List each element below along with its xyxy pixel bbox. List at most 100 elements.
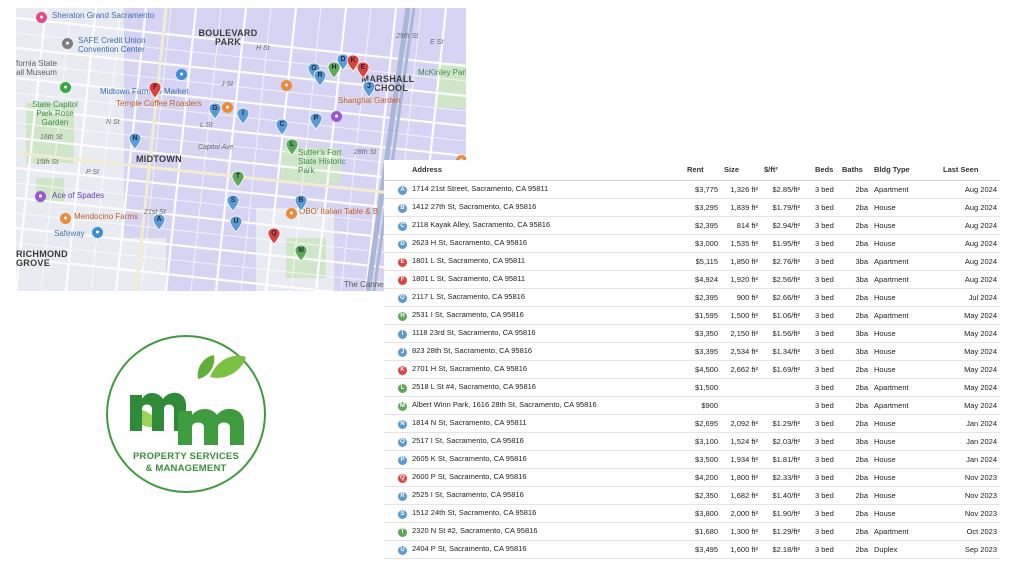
pin-badge-icon: N — [398, 419, 407, 429]
row-last-seen: May 2024 — [929, 378, 1000, 397]
column-header-address[interactable]: Address — [384, 160, 684, 181]
column-header-baths[interactable]: Baths — [839, 160, 871, 181]
row-bldg-type: Apartment — [871, 270, 929, 289]
table-row[interactable]: M Albert Winn Park, 1616 28th St, Sacrame… — [384, 396, 1000, 415]
shopping-icon[interactable]: ● — [176, 69, 187, 80]
map-pin-m[interactable]: M — [294, 244, 308, 262]
map-pin-j[interactable]: J — [362, 80, 376, 98]
table-row[interactable]: C 2118 Kayak Alley, Sacramento, CA 95816 $… — [384, 216, 1000, 235]
row-bldg-type: House — [871, 288, 929, 307]
grocery-icon[interactable]: ● — [92, 227, 103, 238]
map-pin-p[interactable]: P — [309, 112, 323, 130]
row-size: 900 ft² — [721, 288, 761, 307]
row-address: I 1118 23rd St, Sacramento, CA 95816 — [384, 324, 684, 343]
row-price-per-sqft: $2.85/ft² — [761, 180, 803, 199]
table-row[interactable]: I 1118 23rd St, Sacramento, CA 95816 $3,35… — [384, 324, 1000, 343]
row-last-seen: Aug 2024 — [929, 216, 1000, 235]
map-pin-letter: N — [132, 135, 138, 142]
table-row[interactable]: N 1814 N St, Sacramento, CA 95811 $2,695 2,… — [384, 414, 1000, 433]
row-size: 1,500 ft² — [721, 306, 761, 325]
map-pin-u[interactable]: U — [229, 215, 243, 233]
shopping-icon[interactable]: ● — [331, 111, 342, 122]
row-rent: $2,350 — [684, 486, 721, 505]
table-row[interactable]: T 2320 N St #2, Sacramento, CA 95816 $1,68… — [384, 522, 1000, 541]
row-last-seen: Nov 2023 — [929, 486, 1000, 505]
table-row[interactable]: K 2701 H St, Sacramento, CA 95816 $4,500 2,… — [384, 360, 1000, 379]
map-pin-t[interactable]: T — [231, 170, 245, 188]
table-row[interactable]: D 2623 H St, Sacramento, CA 95816 $3,000 1,… — [384, 234, 1000, 253]
pin-badge-letter: G — [400, 294, 405, 301]
restaurant-icon[interactable]: ● — [60, 213, 71, 224]
map-pin-k[interactable]: K — [346, 54, 360, 72]
bar-icon[interactable]: ● — [35, 191, 46, 202]
row-size: 2,000 ft² — [721, 504, 761, 523]
column-header-price-per-sqft[interactable]: $/ft² — [761, 160, 803, 181]
row-rent: $900 — [684, 396, 721, 415]
map-pin-s[interactable]: S — [226, 194, 240, 212]
table-row[interactable]: U 2404 P St, Sacramento, CA 95816 $3,495 1,… — [384, 540, 1000, 559]
pin-badge-letter: U — [400, 546, 405, 553]
table-row[interactable]: L 2518 L St #4, Sacramento, CA 95816 $1,50… — [384, 378, 1000, 397]
row-price-per-sqft: $1.81/ft² — [761, 450, 803, 469]
row-rent: $2,395 — [684, 216, 721, 235]
table-row[interactable]: Q 2600 P St, Sacramento, CA 95816 $4,200 1,… — [384, 468, 1000, 487]
row-address: S 1512 24th St, Sacramento, CA 95816 — [384, 504, 684, 523]
column-header-rent[interactable]: Rent — [684, 160, 721, 181]
map-pin-q[interactable]: Q — [267, 227, 281, 245]
row-beds: 3 bed — [803, 468, 839, 487]
table-row[interactable]: H 2531 I St, Sacramento, CA 95816 $1,595 1,… — [384, 306, 1000, 325]
table-row[interactable]: F 1801 L St, Sacramento, CA 95811 $4,924 1,… — [384, 270, 1000, 289]
pin-badge-letter: A — [400, 186, 405, 193]
row-baths: 2ba — [839, 180, 871, 199]
pin-badge-icon: Q — [398, 473, 407, 483]
map-pin-g[interactable]: G — [208, 102, 222, 120]
column-header-beds[interactable]: Beds — [803, 160, 839, 181]
map-label-boulevard-park: BOULEVARD PARK — [198, 28, 258, 47]
table-row[interactable]: B 1412 27th St, Sacramento, CA 95816 $3,29… — [384, 198, 1000, 217]
row-price-per-sqft — [761, 378, 803, 397]
row-baths: 3ba — [839, 252, 871, 271]
map-pin-r[interactable]: R — [313, 69, 327, 87]
pin-badge-icon: K — [398, 365, 407, 375]
row-address-text: 2517 I St, Sacramento, CA 95816 — [412, 435, 524, 445]
restaurant-icon[interactable]: ● — [222, 102, 233, 113]
row-beds: 3 bed — [803, 234, 839, 253]
map-pin-letter: U — [233, 218, 239, 225]
row-last-seen: Nov 2023 — [929, 504, 1000, 523]
map-pin-n[interactable]: N — [128, 132, 142, 150]
row-bldg-type: Apartment — [871, 306, 929, 325]
map-pin-b[interactable]: B — [294, 194, 308, 212]
map-pin-l[interactable]: L — [285, 138, 299, 156]
table-row[interactable]: E 1801 L St, Sacramento, CA 95811 $5,115 1,… — [384, 252, 1000, 271]
map-pin-f[interactable]: F — [148, 81, 162, 99]
landmark-icon[interactable]: ● — [62, 38, 73, 49]
table-row[interactable]: S 1512 24th St, Sacramento, CA 95816 $3,80… — [384, 504, 1000, 523]
map-pin-letter: F — [152, 84, 158, 91]
map-pin-a[interactable]: A — [152, 213, 166, 231]
street-label-j: J St — [221, 81, 234, 88]
table-row[interactable]: G 2117 L St, Sacramento, CA 95816 $2,395 90… — [384, 288, 1000, 307]
row-price-per-sqft: $1.40/ft² — [761, 486, 803, 505]
row-size: 1,839 ft² — [721, 198, 761, 217]
table-row[interactable]: P 2605 K St, Sacramento, CA 95816 $3,500 1,… — [384, 450, 1000, 469]
row-beds: 3 bed — [803, 360, 839, 379]
map-pin-h[interactable]: H — [327, 61, 341, 79]
hotel-icon[interactable]: ● — [36, 12, 47, 23]
table-row[interactable]: O 2517 I St, Sacramento, CA 95816 $3,100 1,… — [384, 432, 1000, 451]
row-bldg-type: House — [871, 216, 929, 235]
map-pin-i[interactable]: I — [236, 107, 250, 125]
row-price-per-sqft: $2.76/ft² — [761, 252, 803, 271]
map-pin-c[interactable]: C — [275, 118, 289, 136]
row-rent: $1,595 — [684, 306, 721, 325]
table-row[interactable]: R 2525 I St, Sacramento, CA 95816 $2,350 1,… — [384, 486, 1000, 505]
restaurant-icon[interactable]: ● — [281, 80, 292, 91]
table-row[interactable]: A 1714 21st Street, Sacramento, CA 95811 $… — [384, 180, 1000, 199]
column-header-bldg-type[interactable]: Bldg Type — [871, 160, 929, 181]
street-label-h: H St — [256, 45, 270, 52]
pin-badge-icon: U — [398, 545, 407, 555]
column-header-size[interactable]: Size — [721, 160, 761, 181]
column-header-last-seen[interactable]: Last Seen — [929, 160, 1000, 181]
park-icon[interactable]: ● — [60, 82, 71, 93]
table-row[interactable]: J 823 28th St, Sacramento, CA 95816 $3,395… — [384, 342, 1000, 361]
row-baths: 2ba — [839, 396, 871, 415]
